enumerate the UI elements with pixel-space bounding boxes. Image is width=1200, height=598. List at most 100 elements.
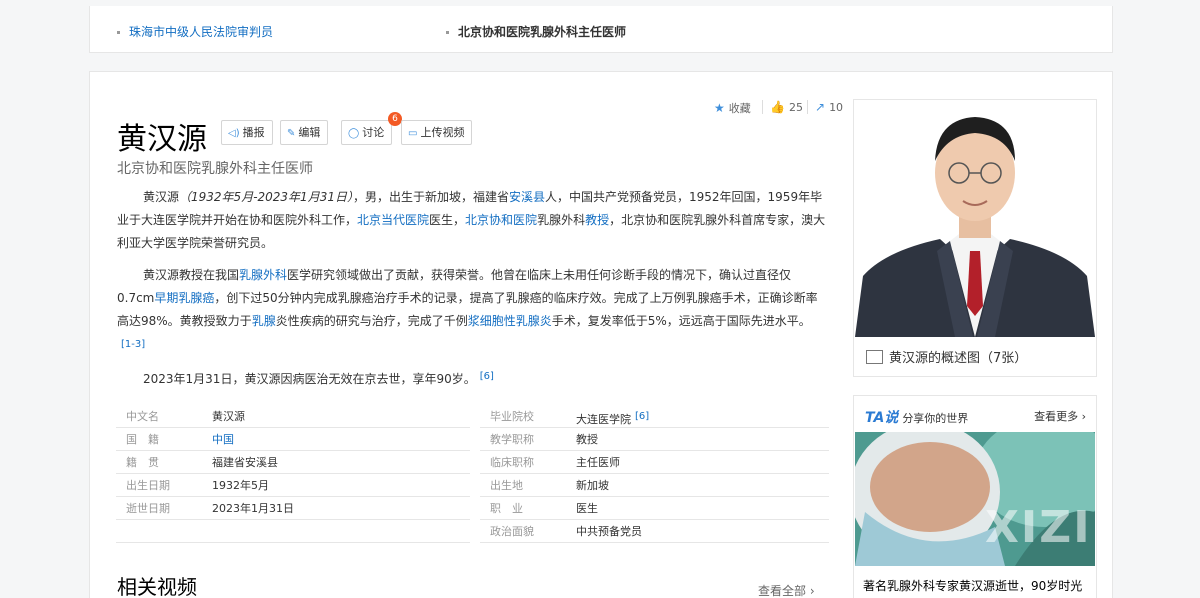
discuss-count-badge: 6 [388, 112, 402, 126]
text-span: 乳腺外科 [537, 213, 586, 227]
info-value: 1932年5月 [212, 479, 269, 492]
chevron-right-icon: › [809, 584, 815, 598]
upload-video-button[interactable]: ▭ 上传视频 [401, 120, 473, 145]
link-breast-surgery[interactable]: 乳腺外科 [239, 268, 287, 282]
summary-paragraph-2: 黄汉源教授在我国乳腺外科医学研究领域做出了贡献，获得荣誉。他曾在临床上未用任何诊… [117, 264, 828, 359]
info-row: 毕业院校 大连医学院 [6] [480, 405, 829, 428]
ta-article-title[interactable]: 著名乳腺外科专家黄汉源逝世，90岁时光荣加入中国共产党 [863, 576, 1091, 598]
sense-item-judge[interactable]: 珠海市中级人民法院审判员 [117, 23, 273, 40]
bullet-icon [117, 31, 120, 34]
info-row: 教学职称 教授 [480, 428, 829, 451]
like-count: 25 [788, 101, 803, 114]
lifespan-text: （1932年5月-2023年1月31日） [179, 190, 353, 204]
album-caption-text: 黄汉源的概述图（7张） [889, 351, 1028, 366]
text-span: 医生， [429, 213, 466, 227]
info-key: 职 业 [490, 502, 523, 515]
info-value: 福建省安溪县 [212, 456, 278, 469]
info-key: 临床职称 [490, 456, 534, 469]
info-key: 政治面貌 [490, 525, 534, 538]
text-span: ，男，出生于新加坡，福建省 [352, 190, 509, 204]
divider [762, 100, 763, 114]
link-breast[interactable]: 乳腺 [252, 314, 276, 328]
reference-link[interactable]: [1-3] [121, 339, 145, 350]
info-value: 中共预备党员 [576, 525, 642, 538]
sense-label: 北京协和医院乳腺外科主任医师 [458, 25, 627, 39]
info-value-text: 大连医学院 [576, 413, 631, 426]
video-camera-icon: ▭ [408, 128, 418, 139]
speaker-icon: ◁) [228, 128, 240, 139]
info-row: 逝世日期 2023年1月31日 [116, 497, 470, 520]
info-value: 主任医师 [576, 456, 620, 469]
broadcast-label: 播报 [242, 126, 265, 139]
reference-link[interactable]: [6] [635, 411, 649, 422]
link-professor[interactable]: 教授 [585, 213, 609, 227]
info-value: 教授 [576, 433, 598, 446]
text-span: 2023年1月31日，黄汉源因病医治无效在京去世，享年90岁。 [143, 372, 476, 386]
album-card[interactable]: 黄汉源的概述图（7张） [853, 99, 1097, 377]
share-icon: ↗ [815, 100, 826, 114]
info-key: 出生地 [490, 479, 523, 492]
related-videos-title: 相关视频 [117, 575, 197, 598]
ta-shuo-logo: TA说 [865, 410, 899, 426]
info-row: 中文名 黄汉源 [116, 405, 470, 428]
info-row: 政治面貌 中共预备党员 [480, 520, 829, 543]
ta-shuo-more-link[interactable]: 查看更多 › [1034, 408, 1086, 424]
ta-article-image[interactable]: XIZI [855, 432, 1095, 566]
sense-label[interactable]: 珠海市中级人民法院审判员 [129, 25, 273, 39]
bullet-icon [446, 31, 449, 34]
ta-shuo-slogan: 分享你的世界 [902, 412, 969, 425]
info-row: 出生地 新加坡 [480, 474, 829, 497]
like-button[interactable]: 👍 25 [770, 100, 803, 114]
link-pumch[interactable]: 北京协和医院 [465, 213, 537, 227]
polysemant-list: 珠海市中级人民法院审判员 北京协和医院乳腺外科主任医师 [89, 6, 1113, 53]
info-row: 临床职称 主任医师 [480, 451, 829, 474]
reference-link[interactable]: [6] [480, 371, 494, 382]
lemma-main-card: 黄汉源 ◁) 播报 ✎ 编辑 ◯ 讨论 6 ▭ 上传视频 北京协和医院乳腺外科主任医师 … [89, 71, 1113, 598]
portrait-image[interactable] [855, 101, 1095, 337]
info-value: 医生 [576, 502, 598, 515]
info-value: 新加坡 [576, 479, 609, 492]
image-gallery-icon [866, 350, 883, 364]
portrait-illustration [855, 101, 1095, 337]
link-beijing-dangdai-hospital[interactable]: 北京当代医院 [357, 213, 429, 227]
info-value: 中国 [212, 428, 234, 451]
info-row: 职 业 医生 [480, 497, 829, 520]
info-key: 教学职称 [490, 433, 534, 446]
view-all-label: 查看全部 [758, 584, 807, 598]
link-plasma-cell-mastitis[interactable]: 浆细胞性乳腺炎 [468, 314, 552, 328]
info-row: 出生日期 1932年5月 [116, 474, 470, 497]
info-key: 逝世日期 [126, 502, 170, 515]
link-china[interactable]: 中国 [212, 433, 234, 446]
text-span: 手术，复发率低于5%，远远高于国际先进水平。 [551, 314, 811, 328]
text-span: 黄汉源 [143, 190, 180, 204]
link-anxi-county[interactable]: 安溪县 [509, 190, 545, 204]
info-row-empty [116, 520, 470, 543]
info-key: 出生日期 [126, 479, 170, 492]
share-button[interactable]: ↗ 10 [815, 100, 843, 114]
star-icon: ★ [714, 101, 725, 115]
link-early-breast-cancer[interactable]: 早期乳腺癌 [154, 291, 214, 305]
chevron-right-icon: › [1081, 410, 1086, 423]
page-title: 黄汉源 [117, 122, 207, 157]
summary-paragraph-3: 2023年1月31日，黄汉源因病医治无效在京去世，享年90岁。 [6] [117, 365, 828, 391]
info-row: 国 籍 中国 [116, 428, 470, 451]
discuss-button[interactable]: ◯ 讨论 [341, 120, 393, 145]
info-value: 2023年1月31日 [212, 502, 294, 515]
view-all-videos-link[interactable]: 查看全部 › [758, 582, 815, 598]
edit-label: 编辑 [298, 126, 321, 139]
info-row: 籍 贯 福建省安溪县 [116, 451, 470, 474]
ta-shuo-header: TA说 分享你的世界 [865, 407, 968, 427]
collect-button[interactable]: ★ 收藏 [714, 100, 751, 116]
edit-button[interactable]: ✎ 编辑 [280, 120, 329, 145]
sense-item-doctor[interactable]: 北京协和医院乳腺外科主任医师 [446, 23, 626, 40]
summary-paragraph-1: 黄汉源（1932年5月-2023年1月31日），男，出生于新加坡，福建省安溪县人… [117, 186, 828, 255]
divider [807, 100, 808, 114]
share-count: 10 [829, 101, 844, 114]
ta-shuo-card: TA说 分享你的世界 查看更多 › XIZI 著名乳腺外科专家黄汉源逝世，90岁时… [853, 395, 1097, 598]
broadcast-button[interactable]: ◁) 播报 [221, 120, 273, 145]
thumbs-up-icon: 👍 [770, 100, 785, 114]
upload-video-label: 上传视频 [420, 126, 465, 139]
watermark: XIZI [985, 502, 1092, 553]
album-caption[interactable]: 黄汉源的概述图（7张） [866, 347, 1027, 366]
page-subtitle: 北京协和医院乳腺外科主任医师 [117, 161, 313, 177]
